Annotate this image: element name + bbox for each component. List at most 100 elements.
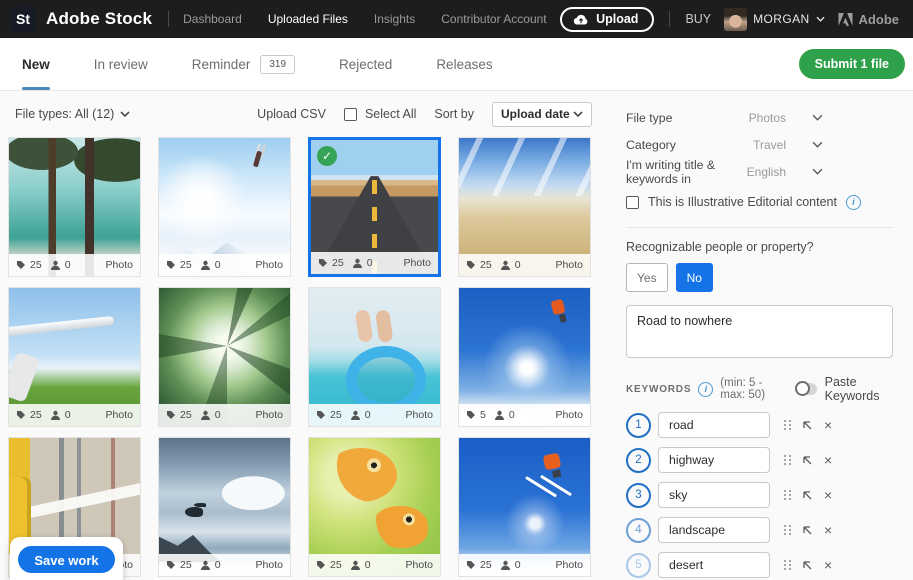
photo-card-2[interactable]: 25 0 Photo — [158, 137, 291, 277]
photo-card-3-selected[interactable]: ✓ 25 0 Photo — [308, 137, 441, 277]
keyword-rank-badge: 5 — [626, 552, 651, 578]
info-icon[interactable]: i — [845, 194, 861, 210]
paste-keywords-control[interactable]: Paste Keywords — [794, 375, 893, 403]
remove-keyword-icon[interactable]: × — [824, 523, 832, 537]
drag-handle-icon[interactable] — [784, 559, 791, 571]
photo-card-12[interactable]: 25 0 Photo — [458, 437, 591, 577]
move-to-top-icon[interactable] — [802, 525, 813, 536]
keyword-row-2: 2 × — [626, 447, 893, 473]
upload-button[interactable]: Upload — [560, 6, 655, 32]
select-all-control[interactable]: Select All — [343, 107, 416, 121]
keyword-input[interactable] — [658, 447, 770, 473]
chevron-down-icon — [812, 141, 823, 148]
move-to-top-icon[interactable] — [802, 420, 813, 431]
asset-type-label: Photo — [405, 409, 433, 421]
upload-button-label: Upload — [596, 11, 639, 26]
people-icon — [352, 258, 362, 268]
drag-handle-icon[interactable] — [784, 419, 791, 431]
paste-keywords-label: Paste Keywords — [824, 375, 880, 403]
photo-card-11[interactable]: 25 0 Photo — [308, 437, 441, 577]
nav-insights[interactable]: Insights — [374, 12, 415, 26]
tag-icon — [467, 561, 475, 569]
keyword-rank-badge: 1 — [626, 412, 651, 438]
keyword-input[interactable] — [658, 552, 770, 578]
submit-files-button[interactable]: Submit 1 file — [798, 49, 905, 79]
buy-link[interactable]: BUY — [685, 12, 711, 26]
sort-order-select[interactable]: Upload date — [492, 101, 592, 127]
keyword-count: 5 — [480, 409, 486, 421]
tab-reminder-label: Reminder — [191, 56, 251, 72]
asset-type-label: Photo — [555, 259, 583, 271]
check-glyph: ✓ — [321, 149, 333, 163]
drag-handle-icon[interactable] — [784, 489, 791, 501]
photo-card-4[interactable]: 25 0 Photo — [458, 137, 591, 277]
photo-card-5[interactable]: 25 0 Photo — [8, 287, 141, 427]
no-button[interactable]: No — [675, 263, 713, 292]
people-icon — [200, 560, 210, 570]
card-meta-bar: 25 0 Photo — [311, 252, 438, 274]
adobe-logo: Adobe — [838, 12, 899, 27]
keywords-header: KEYWORDS i (min: 5 - max: 50) Paste Keyw… — [626, 375, 893, 403]
move-to-top-icon[interactable] — [802, 490, 813, 501]
people-icon — [200, 410, 210, 420]
remove-keyword-icon[interactable]: × — [824, 488, 832, 502]
title-textarea[interactable]: Road to nowhere — [626, 305, 893, 358]
card-meta-bar: 25 0 Photo — [9, 254, 140, 276]
photo-card-8[interactable]: 5 0 Photo — [458, 287, 591, 427]
people-icon — [500, 260, 510, 270]
tab-new[interactable]: New — [22, 38, 50, 90]
language-label: I'm writing title & keywords in — [626, 157, 716, 186]
people-count: 0 — [64, 409, 71, 421]
keyword-rank-badge: 2 — [626, 447, 651, 473]
keyword-count: 25 — [330, 409, 342, 421]
nav-dashboard[interactable]: Dashboard — [183, 12, 242, 26]
language-select[interactable]: I'm writing title & keywords in English — [626, 157, 893, 186]
card-meta-bar: 25 0 Photo — [9, 404, 140, 426]
file-type-select[interactable]: File type Photos — [626, 104, 893, 131]
header-divider-2 — [669, 11, 671, 27]
people-icon — [200, 260, 210, 270]
photo-card-10[interactable]: 25 0 Photo — [158, 437, 291, 577]
category-select[interactable]: Category Travel — [626, 131, 893, 158]
keyword-input[interactable] — [658, 517, 770, 543]
keyword-input[interactable] — [658, 482, 770, 508]
tab-in-review[interactable]: In review — [94, 38, 148, 90]
tag-icon — [467, 261, 475, 269]
file-types-filter[interactable]: File types: All (12) — [15, 107, 130, 121]
tab-rejected[interactable]: Rejected — [339, 38, 392, 90]
stock-logo[interactable]: St — [10, 6, 36, 32]
upload-cloud-icon — [573, 13, 589, 25]
header-right: Upload BUY MORGAN Adobe — [560, 6, 899, 32]
status-tab-bar: New In review Reminder 319 Rejected Rele… — [0, 38, 913, 91]
card-meta-bar: 25 0 Photo — [459, 254, 590, 276]
editorial-checkbox[interactable] — [626, 195, 639, 209]
select-all-checkbox[interactable] — [343, 107, 357, 121]
tag-icon — [167, 261, 175, 269]
editorial-content-control[interactable]: This is Illustrative Editorial content i — [626, 187, 893, 217]
tab-reminder[interactable]: Reminder 319 — [191, 38, 296, 90]
drag-handle-icon[interactable] — [784, 524, 791, 536]
move-to-top-icon[interactable] — [802, 560, 813, 571]
photo-card-1[interactable]: 25 0 Photo — [8, 137, 141, 277]
nav-uploaded-files[interactable]: Uploaded Files — [268, 12, 348, 26]
keyword-input[interactable] — [658, 412, 770, 438]
tag-icon — [167, 561, 175, 569]
yes-button[interactable]: Yes — [626, 263, 668, 292]
photo-card-6[interactable]: 25 0 Photo — [158, 287, 291, 427]
remove-keyword-icon[interactable]: × — [824, 418, 832, 432]
info-icon[interactable]: i — [698, 381, 714, 397]
save-work-button[interactable]: Save work — [18, 546, 115, 573]
file-type-value: Photos — [748, 110, 786, 125]
paste-keywords-switch[interactable] — [794, 381, 817, 396]
photo-card-7[interactable]: 25 0 Photo — [308, 287, 441, 427]
people-count: 0 — [508, 409, 515, 421]
drag-handle-icon[interactable] — [784, 454, 791, 466]
account-menu[interactable]: MORGAN — [724, 7, 825, 31]
remove-keyword-icon[interactable]: × — [824, 558, 832, 572]
people-count: 0 — [214, 559, 221, 571]
remove-keyword-icon[interactable]: × — [824, 453, 832, 467]
upload-csv-link[interactable]: Upload CSV — [257, 107, 326, 121]
tab-releases[interactable]: Releases — [436, 38, 492, 90]
move-to-top-icon[interactable] — [802, 455, 813, 466]
nav-contributor-account[interactable]: Contributor Account — [441, 12, 546, 26]
